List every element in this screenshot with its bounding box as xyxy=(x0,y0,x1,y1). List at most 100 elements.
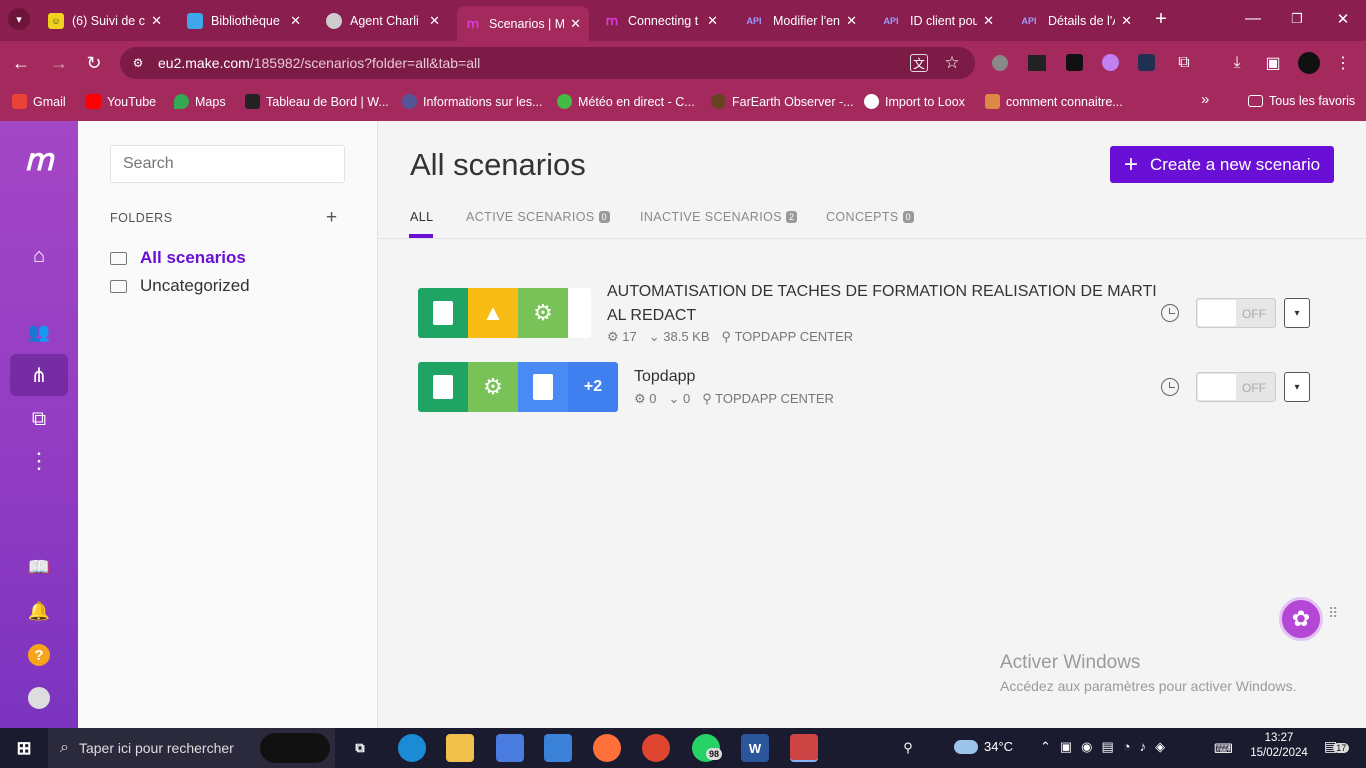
scenario-options-dropdown[interactable]: ▾ xyxy=(1284,298,1310,328)
scenario-options-dropdown[interactable]: ▾ xyxy=(1284,372,1310,402)
tab-concepts[interactable]: CONCEPTS 0 xyxy=(826,210,915,224)
tab-all[interactable]: ALL xyxy=(410,210,433,224)
close-icon[interactable]: ✕ xyxy=(707,13,718,29)
search-input[interactable] xyxy=(110,145,345,183)
address-bar[interactable]: ⚙ eu2.make.com/185982/scenarios?folder=a… xyxy=(120,47,975,79)
close-icon[interactable]: ✕ xyxy=(429,13,440,29)
mail-icon[interactable] xyxy=(544,734,572,762)
tab-active-scenarios[interactable]: ACTIVE SCENARIOS 0 xyxy=(466,210,611,224)
bookmark-star-icon[interactable]: ☆ xyxy=(942,53,962,73)
browser-tab-8[interactable]: API Détails de l'A ✕ xyxy=(1010,6,1140,35)
system-tray[interactable]: ⌃▣◉▤◔♪◈ xyxy=(1040,739,1174,755)
close-icon[interactable]: ✕ xyxy=(1121,13,1132,29)
app-icon[interactable] xyxy=(790,734,818,762)
windows-start-icon[interactable]: ⊞ xyxy=(10,734,38,762)
bookmark-farearth[interactable]: FarEarth Observer -... xyxy=(711,94,854,109)
home-icon[interactable]: ⌂ xyxy=(10,235,68,277)
task-view-icon[interactable]: ⧉ xyxy=(346,734,374,762)
window-close-icon[interactable]: ✕ xyxy=(1332,8,1354,30)
store-icon[interactable] xyxy=(496,734,524,762)
keyboard-icon[interactable]: ⌨ xyxy=(1214,741,1233,757)
ai-assistant-button[interactable]: ✿ xyxy=(1279,597,1323,641)
browser-tab-2[interactable]: Bibliothèque ✕ xyxy=(179,6,309,35)
browser-tab-3[interactable]: Agent Charli ✕ xyxy=(318,6,448,35)
file-explorer-icon[interactable] xyxy=(446,734,474,762)
scenario-toggle[interactable]: OFF xyxy=(1196,298,1276,328)
tab-inactive-scenarios[interactable]: INACTIVE SCENARIOS 2 xyxy=(640,210,798,224)
bookmark-loox[interactable]: Import to Loox xyxy=(864,94,965,109)
scenario-name[interactable]: AUTOMATISATION DE TACHES DE FORMATION RE… xyxy=(607,280,1162,328)
bookmark-informations[interactable]: Informations sur les... xyxy=(402,94,543,109)
close-icon[interactable]: ✕ xyxy=(846,13,857,29)
weather-widget[interactable]: 34°C xyxy=(954,739,1013,754)
browser-tab-7[interactable]: API ID client pou ✕ xyxy=(872,6,1002,35)
back-arrow-icon[interactable]: ← xyxy=(10,52,32,74)
extension-icon-1[interactable] xyxy=(992,55,1008,71)
side-panel-icon[interactable]: ▣ xyxy=(1262,52,1284,74)
folder-uncategorized[interactable]: Uncategorized xyxy=(110,276,250,296)
clock[interactable]: 13:27 15/02/2024 xyxy=(1250,732,1308,759)
firefox-icon[interactable] xyxy=(593,734,621,762)
browser-tab-6[interactable]: API Modifier l'en ✕ xyxy=(735,6,865,35)
minimize-icon[interactable]: — xyxy=(1242,8,1264,30)
scenario-app-icons[interactable]: ⚙ +2 xyxy=(418,362,618,412)
more-dots-icon[interactable]: ⋮ xyxy=(10,440,68,482)
scenario-app-icons[interactable]: ▲ ⚙ xyxy=(418,288,591,338)
extensions-puzzle-icon[interactable]: ⧉ xyxy=(1173,52,1195,74)
download-icon[interactable]: ⤓ xyxy=(1226,52,1248,74)
site-settings-icon[interactable]: ⚙ xyxy=(130,55,146,71)
folder-all-scenarios[interactable]: All scenarios xyxy=(110,248,246,268)
user-avatar[interactable] xyxy=(10,677,68,719)
browser-tab-4-active[interactable]: ⅿ Scenarios | M ✕ xyxy=(457,6,589,41)
notification-center-icon[interactable]: ▤17 xyxy=(1324,738,1350,755)
help-icon[interactable]: ? xyxy=(10,634,68,676)
apps-puzzle-icon[interactable]: ⧉ xyxy=(10,398,68,440)
bookmark-wix[interactable]: Tableau de Bord | W... xyxy=(245,94,389,109)
extension-icon-3[interactable] xyxy=(1066,54,1083,71)
bookmarks-overflow-button[interactable]: » xyxy=(1201,91,1209,108)
close-icon[interactable]: ✕ xyxy=(151,13,162,29)
close-icon[interactable]: ✕ xyxy=(983,13,994,29)
drag-handle-icon[interactable]: ⠿ xyxy=(1328,606,1340,620)
browser-tab-1[interactable]: ☺ (6) Suivi de c ✕ xyxy=(40,6,170,35)
taskbar-search[interactable]: ⌕ Taper ici pour rechercher xyxy=(48,728,335,768)
tab-search-chevron-icon[interactable]: ▾ xyxy=(8,8,30,30)
bookmark-meteo[interactable]: Météo en direct - C... xyxy=(557,94,695,109)
browser-tab-5[interactable]: ⅿ Connecting t ✕ xyxy=(596,6,726,35)
extension-icon-2[interactable] xyxy=(1028,55,1046,71)
notifications-bell-icon[interactable]: 🔔 xyxy=(10,590,68,632)
whatsapp-icon[interactable]: 98 xyxy=(692,734,723,762)
schedule-clock-icon[interactable] xyxy=(1161,304,1179,322)
create-scenario-button[interactable]: + Create a new scenario xyxy=(1110,146,1334,183)
bookmark-gmail[interactable]: Gmail xyxy=(12,94,66,109)
translate-icon[interactable]: 文 xyxy=(910,54,928,72)
extension-icon-4[interactable] xyxy=(1102,54,1119,71)
profile-avatar[interactable] xyxy=(1298,52,1320,74)
chrome-icon[interactable] xyxy=(642,734,670,762)
browser-menu-icon[interactable]: ⋮ xyxy=(1332,52,1354,74)
close-icon[interactable]: ✕ xyxy=(290,13,301,29)
scenario-name[interactable]: Topdapp xyxy=(634,365,695,389)
restore-icon[interactable]: ❐ xyxy=(1286,8,1308,30)
edge-icon[interactable] xyxy=(398,734,426,762)
app-left-nav: ⅿ ⌂ 👥 ⋔ ⧉ ⋮ 📖 🔔 ? xyxy=(0,121,78,728)
bookmark-maps[interactable]: Maps xyxy=(174,94,226,109)
bookmark-youtube[interactable]: YouTube xyxy=(86,94,156,109)
scenarios-share-icon[interactable]: ⋔ xyxy=(10,354,68,396)
scenario-toggle[interactable]: OFF xyxy=(1196,372,1276,402)
docs-book-icon[interactable]: 📖 xyxy=(10,546,68,588)
team-icon[interactable]: 👥 xyxy=(10,311,68,353)
reload-icon[interactable]: ↻ xyxy=(83,52,105,74)
people-icon[interactable]: ⚲ xyxy=(894,734,922,762)
google-sheets-icon xyxy=(418,362,468,412)
word-icon[interactable]: W xyxy=(741,734,769,762)
close-icon[interactable]: ✕ xyxy=(570,16,581,32)
make-logo-icon[interactable]: ⅿ xyxy=(10,139,68,181)
add-folder-button[interactable]: + xyxy=(326,207,337,229)
schedule-clock-icon[interactable] xyxy=(1161,378,1179,396)
all-bookmarks-folder[interactable]: Tous les favoris xyxy=(1248,94,1355,108)
bookmark-comment[interactable]: comment connaitre... xyxy=(985,94,1123,109)
extension-icon-5[interactable] xyxy=(1138,54,1155,71)
forward-arrow-icon[interactable]: → xyxy=(48,52,70,74)
new-tab-button[interactable]: + xyxy=(1150,8,1172,30)
